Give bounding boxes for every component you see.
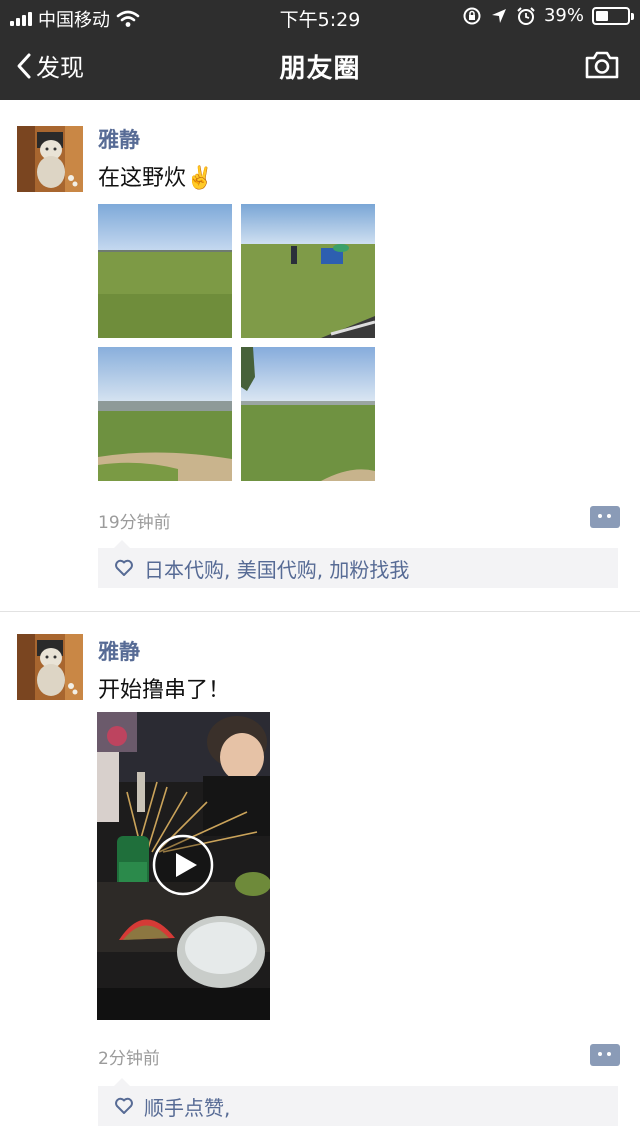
top-bar: 中国移动 下午5:29 39% 发现 朋友圈: [0, 0, 640, 100]
battery-icon: [592, 6, 634, 25]
comment-button[interactable]: [590, 506, 620, 528]
likes-list[interactable]: 顺手点赞,: [144, 1092, 230, 1121]
author-name[interactable]: 雅静: [98, 636, 140, 666]
status-right: 39%: [462, 5, 634, 26]
avatar[interactable]: [17, 634, 83, 700]
camera-icon[interactable]: [584, 50, 620, 80]
nav-bar: 发现 朋友圈: [0, 34, 640, 100]
alarm-icon: [517, 6, 535, 25]
heart-icon: [115, 559, 133, 576]
post-photo[interactable]: [98, 347, 232, 481]
orientation-lock-icon: [463, 7, 481, 24]
post-text: 在这野炊✌️: [98, 166, 214, 191]
likes-list[interactable]: 日本代购, 美国代购, 加粉找我: [144, 554, 409, 583]
battery-percent: 39%: [543, 5, 584, 26]
moment-post: 雅静 在这野炊✌️ 19分钟前 日本代购, 美国代购, 加粉找我: [0, 100, 640, 610]
likes-box: 顺手点赞,: [98, 1078, 618, 1126]
post-time: 19分钟前: [98, 513, 171, 533]
post-photo[interactable]: [241, 347, 375, 481]
author-name[interactable]: 雅静: [98, 124, 140, 154]
page-title: 朋友圈: [279, 54, 361, 84]
moment-post: 雅静 开始撸串了！ 2分钟前 顺手点赞,: [0, 612, 640, 1138]
post-text: 开始撸串了！: [98, 678, 231, 703]
location-icon: [491, 8, 506, 23]
play-icon[interactable]: [151, 833, 215, 897]
post-photo[interactable]: [241, 204, 375, 338]
post-photo[interactable]: [98, 204, 232, 338]
comment-button[interactable]: [590, 1044, 620, 1066]
post-video[interactable]: [97, 712, 270, 1020]
post-time: 2分钟前: [98, 1049, 160, 1069]
avatar[interactable]: [17, 126, 83, 192]
likes-box: 日本代购, 美国代购, 加粉找我: [98, 540, 618, 588]
status-bar: 中国移动 下午5:29 39%: [0, 0, 640, 34]
heart-icon: [115, 1097, 133, 1114]
